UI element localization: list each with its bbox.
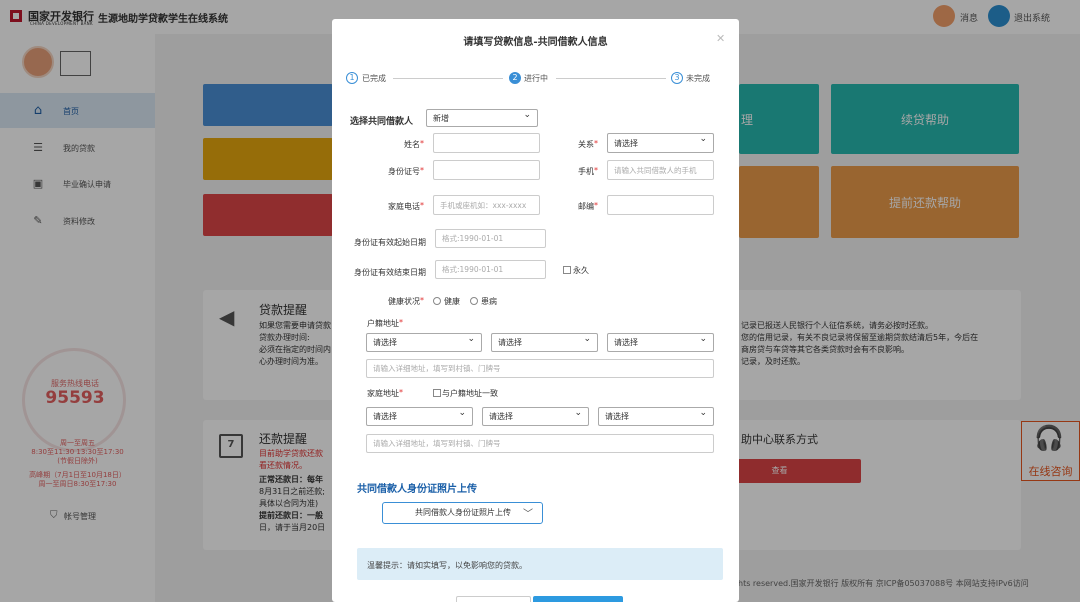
name-label-text: 姓名	[404, 140, 420, 149]
chevron-down-icon: ﹀	[523, 509, 533, 520]
relation-label-text: 关系	[578, 140, 594, 149]
hukou-detail-input[interactable]: 请输入详细地址，填写到村镇、门牌号	[366, 359, 714, 378]
previous-button[interactable]	[456, 596, 531, 602]
home-detail-input[interactable]: 请输入详细地址，填写到村镇、门牌号	[366, 434, 714, 453]
coborrower-select-label: 选择共同借款人	[350, 117, 414, 127]
postcode-label-text: 邮编	[578, 202, 594, 211]
step-2-label: 进行中	[524, 74, 548, 83]
step-1-circle: 1	[346, 72, 358, 84]
postcode-input[interactable]	[607, 195, 714, 215]
home-phone-label: 家庭电话*	[388, 201, 424, 211]
health-option-label: 健康	[444, 297, 460, 306]
step-1-label: 已完成	[362, 74, 386, 83]
health-radio-ill[interactable]	[470, 297, 478, 305]
upload-section-title: 共同借款人身份证照片上传	[357, 484, 477, 495]
permanent-checkbox[interactable]	[563, 266, 571, 274]
id-number-input[interactable]	[433, 160, 540, 180]
step-connector	[393, 78, 503, 79]
name-label: 姓名*	[404, 139, 424, 149]
tip-text: 温馨提示：请如实填写，以免影响您的贷款。	[367, 561, 527, 570]
home-phone-input[interactable]: 手机或座机如：xxx-xxxx	[433, 195, 540, 215]
select-value: 请选择	[614, 338, 638, 347]
id-start-date-label: 身份证有效起始日期	[354, 238, 426, 247]
relation-select-value: 请选择	[614, 138, 638, 148]
relation-select[interactable]: 请选择	[607, 133, 714, 153]
step-3-label: 未完成	[686, 74, 710, 83]
close-icon[interactable]: ✕	[716, 32, 725, 45]
id-end-date-input[interactable]: 格式:1990-01-01	[435, 260, 546, 279]
home-address-label-text: 家庭地址	[367, 389, 399, 398]
coborrower-select-value: 新增	[433, 113, 449, 123]
select-value: 请选择	[373, 338, 397, 347]
id-start-date-input[interactable]: 格式:1990-01-01	[435, 229, 546, 248]
select-value: 请选择	[489, 412, 513, 421]
coborrower-select[interactable]: 新增	[426, 109, 538, 127]
health-radio-healthy[interactable]	[433, 297, 441, 305]
select-value: 请选择	[605, 412, 629, 421]
id-number-label-text: 身份证号	[388, 167, 420, 176]
health-label: 健康状况*	[388, 296, 424, 306]
health-label-text: 健康状况	[388, 297, 420, 306]
hukou-province-select[interactable]: 请选择	[366, 333, 482, 352]
hukou-city-select[interactable]: 请选择	[491, 333, 598, 352]
hukou-address-label-text: 户籍地址	[367, 319, 399, 328]
home-city-select[interactable]: 请选择	[482, 407, 589, 426]
phone-input[interactable]: 请输入共同借款人的手机	[607, 160, 714, 180]
hukou-address-label: 户籍地址*	[367, 318, 403, 328]
permanent-label: 永久	[573, 266, 589, 275]
phone-label-text: 手机	[578, 167, 594, 176]
select-value: 请选择	[373, 412, 397, 421]
select-value: 请选择	[498, 338, 522, 347]
same-as-hukou-checkbox[interactable]	[433, 389, 441, 397]
home-address-label: 家庭地址*	[367, 388, 403, 398]
phone-label: 手机*	[578, 166, 598, 176]
step-3-circle: 3	[671, 72, 683, 84]
modal-title: 请填写贷款信息-共同借款人信息	[463, 37, 608, 48]
step-2-circle: 2	[509, 72, 521, 84]
home-phone-label-text: 家庭电话	[388, 202, 420, 211]
hukou-district-select[interactable]: 请选择	[607, 333, 714, 352]
health-option-label: 患病	[481, 297, 497, 306]
home-district-select[interactable]: 请选择	[598, 407, 714, 426]
home-province-select[interactable]: 请选择	[366, 407, 473, 426]
name-input[interactable]	[433, 133, 540, 153]
step-connector	[556, 78, 666, 79]
relation-label: 关系*	[578, 139, 598, 149]
postcode-label: 邮编*	[578, 201, 598, 211]
id-number-label: 身份证号*	[388, 166, 424, 176]
upload-id-photo-button[interactable]: 共同借款人身份证照片上传	[382, 502, 543, 524]
next-button[interactable]	[533, 596, 623, 602]
same-as-hukou-label: 与户籍地址一致	[442, 389, 498, 398]
id-end-date-label: 身份证有效结束日期	[354, 268, 426, 277]
